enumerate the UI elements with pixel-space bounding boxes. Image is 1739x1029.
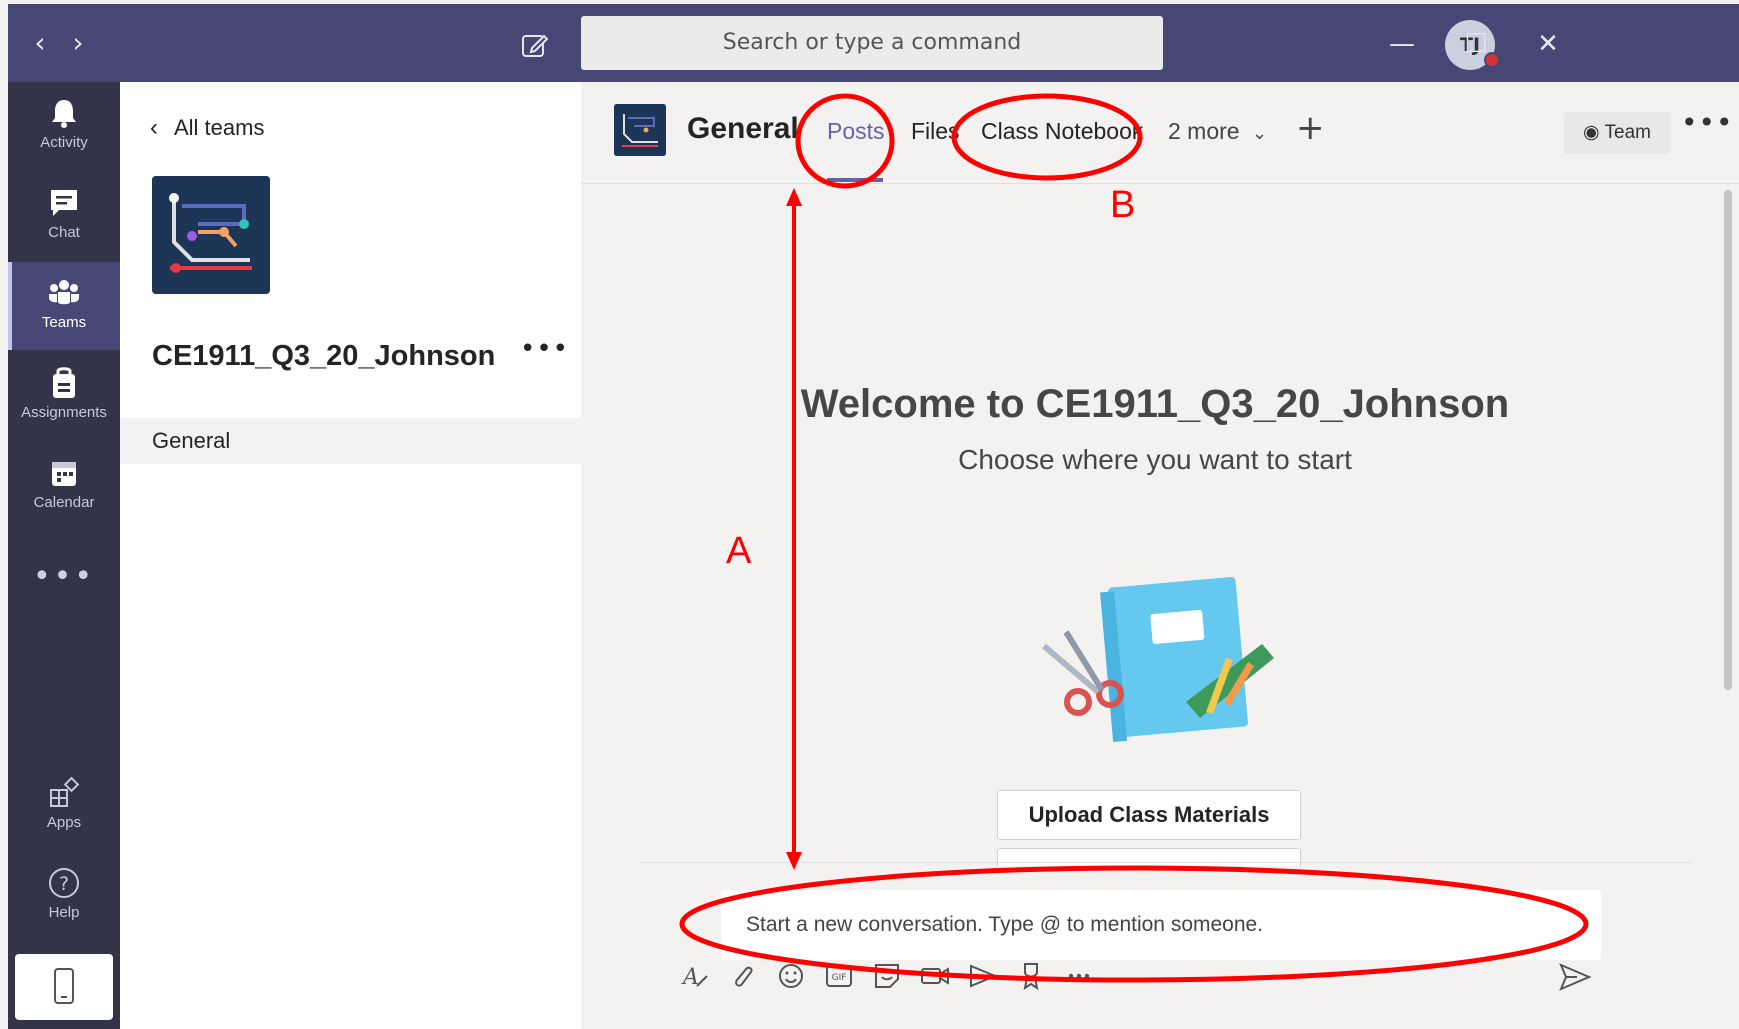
class-notebook-circle [951,93,1143,181]
annotation-overlay [679,93,1589,983]
annotation-b: B [1110,184,1136,226]
arrow-head-down [786,852,802,870]
teams-window: ‹ › Search or type a command TJ — ☐ ✕ Ac… [8,4,1739,1029]
annotation-a: A [726,530,752,572]
arrow-head-up [786,188,802,206]
compose-circle [679,865,1589,983]
posts-circle [795,93,895,189]
